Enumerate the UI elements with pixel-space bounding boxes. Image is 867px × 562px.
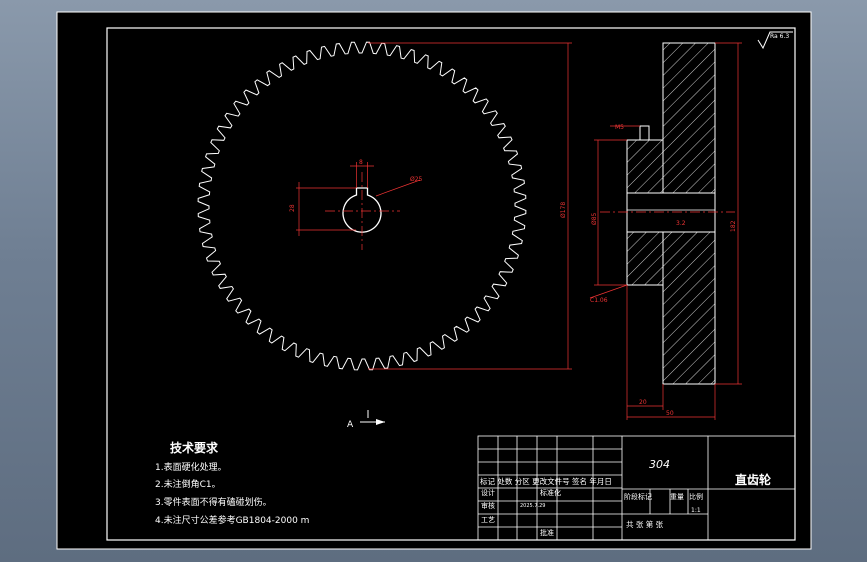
approve-label: 批准 — [540, 528, 554, 537]
dim-bore-roughness: 3.2 — [676, 220, 686, 227]
tech-req-item: 1.表面硬化处理。 — [155, 461, 227, 473]
tech-req-item: 4.未注尺寸公差参考GB1804-2000 m — [155, 514, 309, 526]
dim-key-width: 8 — [359, 159, 363, 166]
sheet-count-text: 共 张 第 张 — [626, 519, 664, 529]
weight-label: 重量 — [670, 493, 684, 501]
material-text: 304 — [649, 458, 670, 471]
scale-label: 比例 — [689, 492, 703, 501]
dim-tip-diameter: Ø178 — [560, 202, 567, 218]
rim-lower — [662, 231, 716, 385]
dim-bore-diameter: Ø25 — [410, 176, 423, 183]
dim-keyway-depth: 28 — [289, 204, 296, 212]
scale-value: 1:1 — [691, 507, 701, 514]
standardization-label: 标准化 — [540, 488, 561, 497]
view-label-a: A — [347, 420, 354, 430]
tech-req-title: 技术要求 — [170, 440, 219, 455]
hub-lower — [626, 231, 664, 286]
rim-upper — [662, 42, 716, 194]
stage-label: 阶段标记 — [624, 492, 652, 501]
check-label: 审核 — [481, 501, 495, 510]
dim-chamfer: C1.06 — [590, 297, 608, 304]
cad-drawing-canvas: Ra 6.3 8 Ø25 28 Ø178 A Ø85 M5 C1.06 3.2 … — [56, 11, 812, 550]
hub-upper — [626, 139, 664, 194]
dim-total-width: 50 — [666, 410, 674, 417]
dim-outer-diameter: 182 — [730, 220, 737, 232]
dim-hub-diameter: Ø85 — [591, 212, 598, 225]
dim-screw: M5 — [615, 124, 624, 131]
dim-tooth-width: 20 — [639, 399, 647, 406]
tech-req-item: 2.未注倒角C1。 — [155, 478, 221, 490]
design-label: 设计 — [481, 488, 495, 497]
part-name-text: 直齿轮 — [735, 472, 772, 487]
roughness-text: Ra 6.3 — [770, 33, 789, 40]
title-block-header: 标记 处数 分区 更改文件号 签名 年月日 — [480, 476, 612, 486]
date-text: 2025.7.29 — [520, 503, 545, 509]
tech-req-item: 3.零件表面不得有磕碰划伤。 — [155, 496, 272, 508]
process-label: 工艺 — [481, 516, 495, 524]
